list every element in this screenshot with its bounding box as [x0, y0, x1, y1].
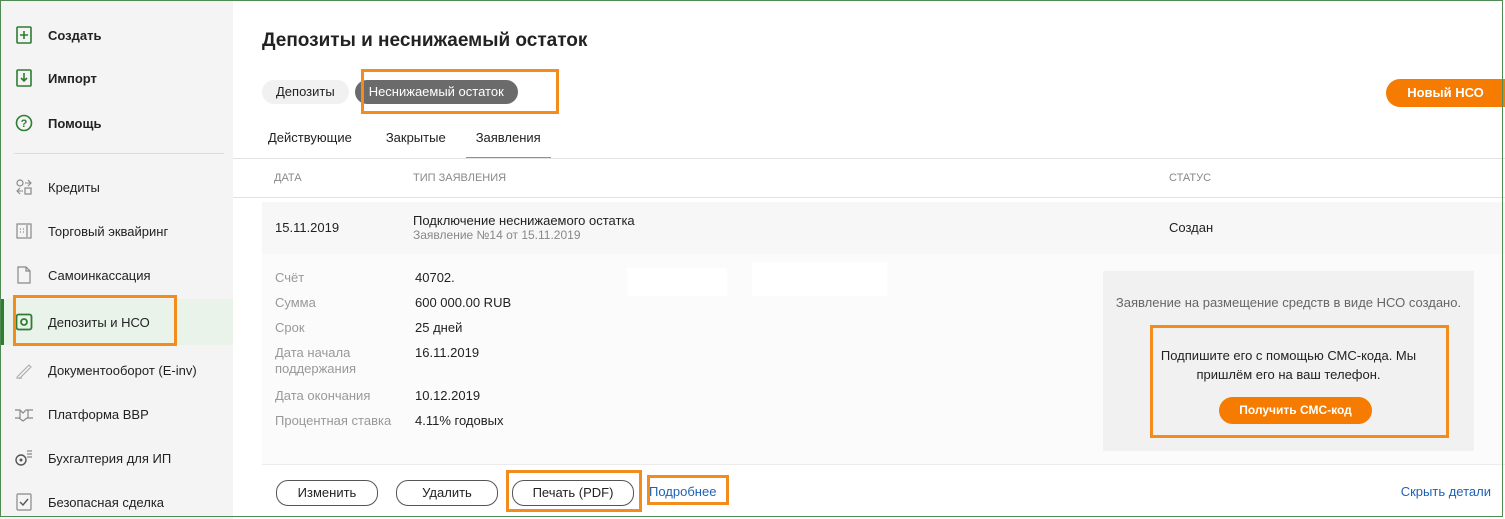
detail-label-amount: Сумма	[275, 295, 316, 310]
page-title: Депозиты и неснижаемый остаток	[262, 30, 588, 51]
signature-icon	[14, 360, 34, 380]
hide-details-link[interactable]: Скрыть детали	[1401, 484, 1491, 499]
segment-deposits[interactable]: Депозиты	[262, 80, 349, 104]
sidebar-item-accounting[interactable]: Бухгалтерия для ИП	[14, 441, 171, 475]
detail-label-start-date: Дата начала поддержания	[275, 345, 357, 376]
detail-label-term: Срок	[275, 320, 305, 335]
table-header: ДАТА ТИП ЗАЯВЛЕНИЯ СТАТУС	[233, 158, 1505, 198]
sidebar-item-safe-deal[interactable]: Безопасная сделка	[14, 485, 164, 519]
download-doc-icon	[14, 68, 34, 88]
main-content: Депозиты и неснижаемый остаток Депозиты …	[233, 0, 1505, 519]
sidebar-divider	[14, 153, 224, 154]
redaction-mask	[627, 268, 727, 296]
document-icon	[14, 265, 34, 285]
detail-label-end-date: Дата окончания	[275, 388, 371, 403]
sidebar-item-label: Торговый эквайринг	[48, 223, 169, 239]
sms-panel: Заявление на размещение средств в виде Н…	[1103, 271, 1474, 451]
more-link[interactable]: Подробнее	[649, 484, 716, 499]
sidebar-active-indicator	[0, 299, 4, 345]
sidebar-item-label: Самоинкассация	[48, 267, 151, 283]
column-header-date: ДАТА	[274, 172, 302, 184]
safe-icon	[14, 312, 34, 332]
sidebar-item-label: Создать	[48, 27, 102, 43]
sidebar-item-label: Импорт	[48, 70, 97, 86]
row-footer: Изменить Удалить Печать (PDF) Подробнее …	[262, 464, 1505, 515]
detail-value-rate: 4.11% годовых	[415, 413, 504, 428]
row-date: 15.11.2019	[275, 220, 340, 235]
sidebar-item-e-inv[interactable]: Документооборот (E-inv)	[14, 353, 197, 387]
delete-button[interactable]: Удалить	[396, 480, 498, 506]
row-type-subtitle: Заявление №14 от 15.11.2019	[413, 228, 581, 242]
column-header-type: ТИП ЗАЯВЛЕНИЯ	[413, 172, 507, 184]
sidebar-item-self-collection[interactable]: Самоинкассация	[14, 258, 151, 292]
sms-instruction-text: Подпишите его с помощью СМС-кода. Мы при…	[1160, 348, 1417, 382]
sms-info-text: Заявление на размещение средств в виде Н…	[1115, 295, 1462, 310]
sidebar-item-credits[interactable]: Кредиты	[14, 170, 100, 204]
tab-closed[interactable]: Закрытые	[376, 130, 456, 158]
detail-label-account: Счёт	[275, 270, 305, 285]
detail-value-account: 40702.	[415, 270, 455, 285]
help-icon: ?	[14, 113, 34, 133]
get-sms-code-button[interactable]: Получить СМС-код	[1219, 397, 1372, 424]
detail-value-term: 25 дней	[415, 320, 463, 335]
segment-control: Депозиты Неснижаемый остаток	[262, 80, 518, 104]
sidebar-item-label: Бухгалтерия для ИП	[48, 450, 172, 466]
sidebar: Создать Импорт ? Помощь Кредиты Торговый…	[0, 0, 234, 519]
detail-label-rate: Процентная ставка	[275, 413, 392, 428]
accounting-icon	[14, 448, 34, 468]
plus-doc-icon	[14, 25, 34, 45]
column-header-status: СТАТУС	[1169, 172, 1212, 184]
segment-nso[interactable]: Неснижаемый остаток	[354, 80, 518, 104]
sidebar-item-help[interactable]: ? Помощь	[14, 106, 101, 140]
print-pdf-button[interactable]: Печать (PDF)	[512, 480, 634, 506]
check-doc-icon	[14, 492, 34, 512]
detail-value-amount: 600 000.00 RUB	[415, 295, 512, 310]
sidebar-item-label: Безопасная сделка	[48, 494, 165, 510]
sidebar-item-create[interactable]: Создать	[14, 18, 101, 52]
detail-value-end-date: 10.12.2019	[415, 388, 481, 403]
sidebar-item-label: Помощь	[48, 115, 102, 131]
sidebar-item-deposits[interactable]: Депозиты и НСО	[14, 305, 150, 339]
transfer-icon	[14, 177, 34, 197]
row-type-title: Подключение неснижаемого остатка	[413, 213, 635, 228]
sidebar-item-vvr[interactable]: Платформа ВВР	[14, 397, 149, 431]
new-nso-button[interactable]: Новый НСО	[1386, 79, 1505, 107]
tabs: Действующие Закрытые Заявления	[258, 130, 551, 159]
pos-terminal-icon	[14, 221, 34, 241]
handshake-icon	[14, 404, 34, 424]
sidebar-item-label: Депозиты и НСО	[48, 314, 150, 330]
detail-value-start-date: 16.11.2019	[415, 345, 480, 360]
sidebar-item-label: Кредиты	[48, 179, 100, 195]
edit-button[interactable]: Изменить	[276, 480, 378, 506]
row-status: Создан	[1169, 220, 1214, 235]
sidebar-item-label: Платформа ВВР	[48, 406, 149, 422]
sidebar-item-import[interactable]: Импорт	[14, 61, 97, 95]
table-row[interactable]: 15.11.2019 Подключение неснижаемого оста…	[262, 202, 1505, 255]
sidebar-item-acquiring[interactable]: Торговый эквайринг	[14, 214, 168, 248]
tab-active[interactable]: Действующие	[258, 130, 362, 158]
svg-text:?: ?	[21, 118, 28, 130]
sidebar-item-label: Документооборот (E-inv)	[48, 362, 197, 378]
tab-applications[interactable]: Заявления	[465, 130, 551, 159]
redaction-mask	[752, 262, 887, 296]
